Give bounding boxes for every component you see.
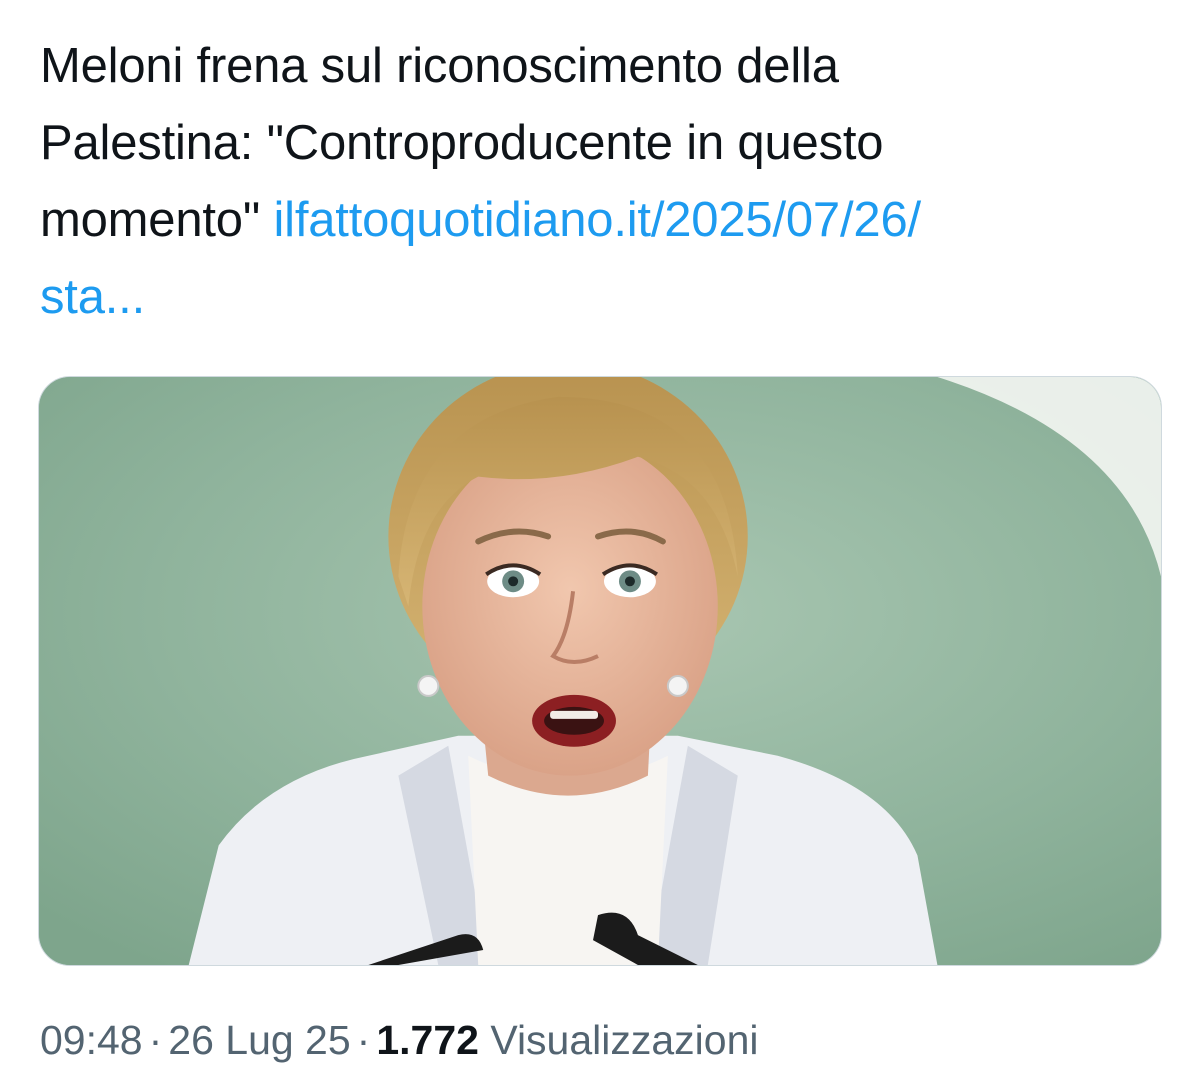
separator: · [148, 1017, 163, 1063]
article-link-text: ilfattoquotidiano.it/2025/07/26/ [273, 193, 921, 247]
tweet[interactable]: Meloni frena sul riconoscimento della Pal… [0, 0, 1200, 1087]
tweet-text: Meloni frena sul riconoscimento della Pal… [40, 28, 1170, 336]
tweet-photo[interactable] [38, 376, 1162, 966]
tweet-text-line3: momento" [40, 193, 274, 247]
views-count: 1.772 [376, 1017, 479, 1063]
tweet-text-line1: Meloni frena sul riconoscimento della [40, 39, 839, 93]
separator: · [356, 1017, 371, 1063]
right-earring [666, 674, 689, 697]
article-link-text-cont: sta... [40, 270, 146, 324]
views-label: Visualizzazioni [490, 1017, 759, 1063]
tweet-date[interactable]: 26 Lug 25 [168, 1017, 350, 1063]
left-earring [417, 674, 440, 697]
photo-illustration [39, 377, 1161, 965]
tweet-time[interactable]: 09:48 [40, 1017, 143, 1063]
tweet-text-line2: Palestina: "Controproducente in questo [40, 116, 884, 170]
tweet-meta: 09:48 · 26 Lug 25 · 1.772 Visualizzazioni [40, 1012, 759, 1068]
